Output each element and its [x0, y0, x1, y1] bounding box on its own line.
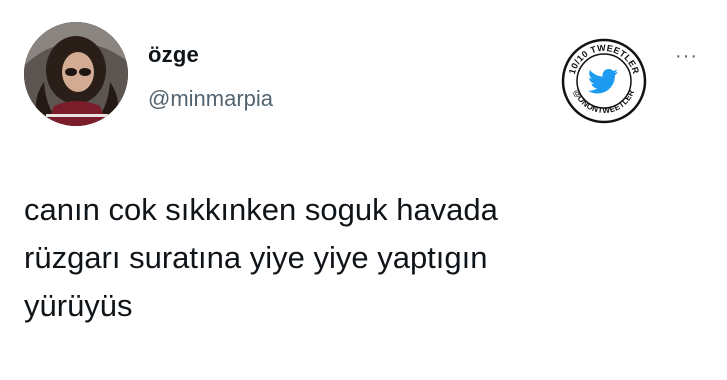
watermark-badge: 10/10 TWEETLER @ONONTWEETLER: [561, 38, 647, 124]
tweet-text: canın cok sıkkınken soguk havada rüzgarı…: [24, 192, 498, 323]
author-display-name[interactable]: özge: [148, 42, 199, 68]
author-handle[interactable]: @minmarpia: [148, 86, 273, 112]
more-options-icon[interactable]: ···: [675, 46, 698, 66]
avatar[interactable]: [24, 22, 128, 126]
avatar-photo: [24, 22, 128, 126]
